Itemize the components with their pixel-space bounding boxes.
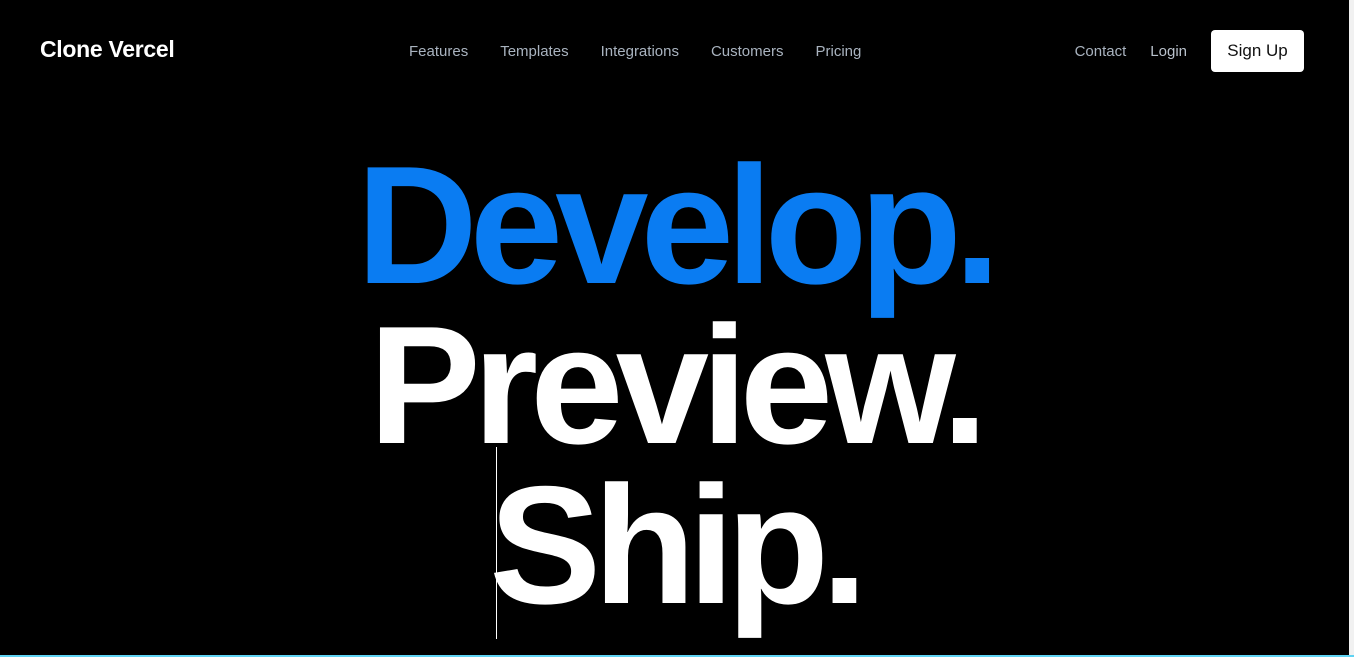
hero-headline: Develop. Preview. Ship. xyxy=(0,131,1349,639)
nav-link-integrations[interactable]: Integrations xyxy=(601,43,679,60)
nav-link-pricing[interactable]: Pricing xyxy=(816,43,862,60)
brand-logo[interactable]: Clone Vercel xyxy=(40,36,175,63)
account-nav: Contact Login Sign Up xyxy=(1075,30,1304,72)
nav-link-contact[interactable]: Contact xyxy=(1075,43,1127,60)
nav-link-features[interactable]: Features xyxy=(409,43,468,60)
nav-link-customers[interactable]: Customers xyxy=(711,43,784,60)
landing-page: Clone Vercel Features Templates Integrat… xyxy=(0,0,1349,655)
text-cursor xyxy=(496,447,497,639)
login-link[interactable]: Login xyxy=(1150,43,1187,60)
nav-link-templates[interactable]: Templates xyxy=(500,43,568,60)
hero-line-ship: Ship. xyxy=(489,451,868,639)
sign-up-button[interactable]: Sign Up xyxy=(1211,30,1304,72)
scrollbar[interactable] xyxy=(1349,0,1354,657)
main-nav: Features Templates Integrations Customer… xyxy=(409,43,893,60)
hero-line-preview: Preview. xyxy=(368,291,989,479)
hero-line-develop: Develop. xyxy=(356,131,1000,319)
